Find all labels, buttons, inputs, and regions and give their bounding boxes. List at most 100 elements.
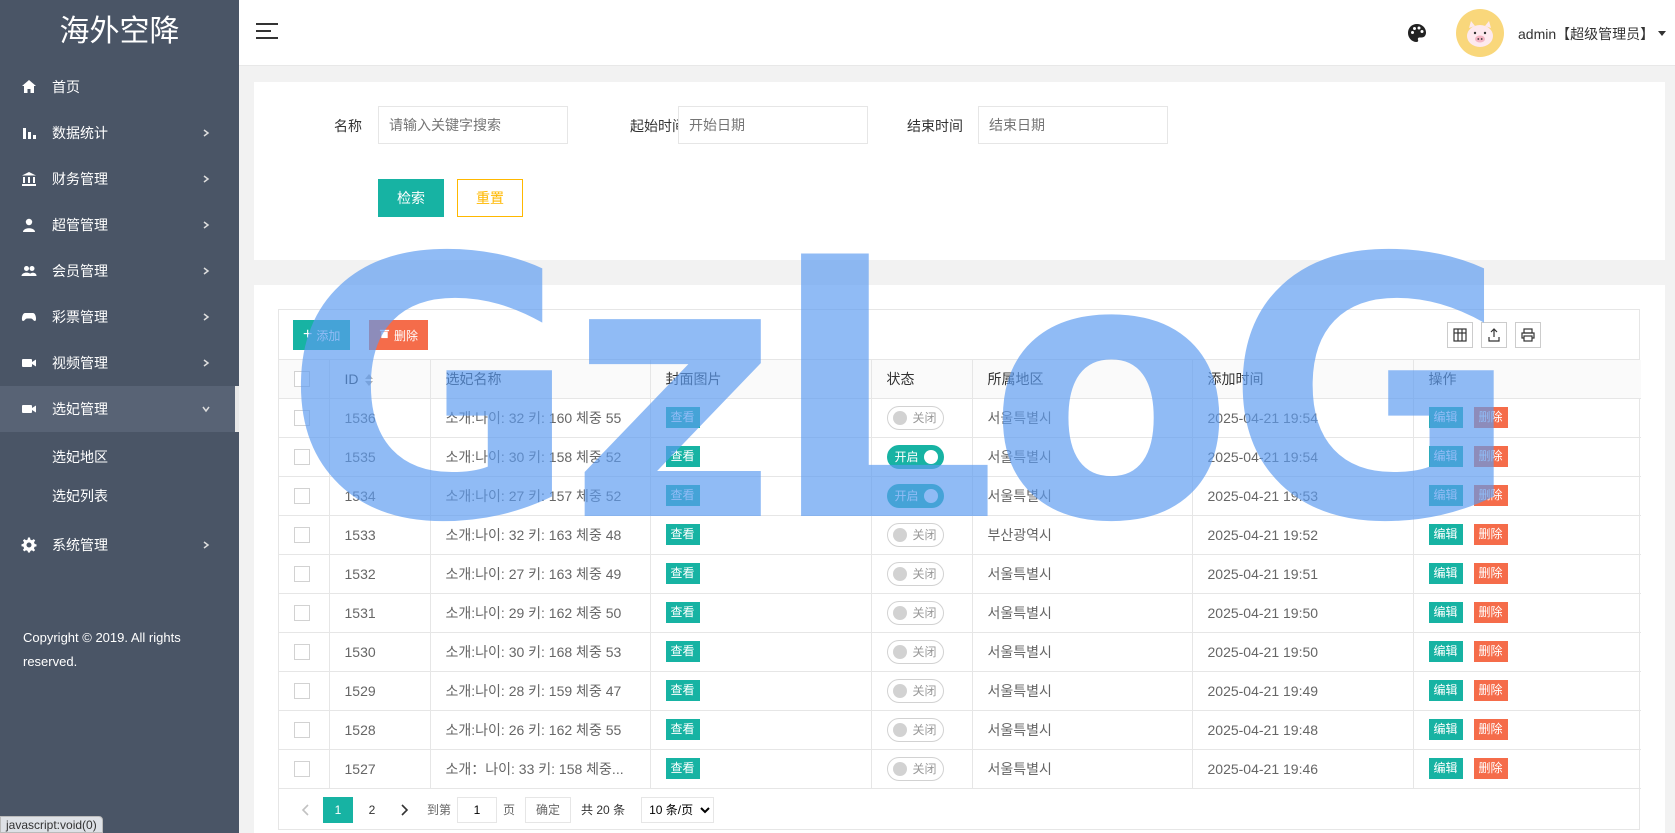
caret-down-icon[interactable] — [1658, 31, 1666, 36]
view-cover-button[interactable]: 查看 — [665, 758, 700, 779]
table-row: 1536 소개:나이: 32 키: 160 체중 55 查看 关闭 서울특별시 2025-… — [279, 398, 1641, 438]
delete-button[interactable]: 删除 — [1473, 758, 1508, 779]
sidebar-item-admin[interactable]: 超管管理 — [0, 202, 239, 248]
column-header-id[interactable]: ID — [329, 360, 431, 399]
status-toggle[interactable]: 关闭 — [886, 717, 944, 742]
row-region: 서울특별시 — [972, 593, 1193, 633]
delete-button[interactable]: 删除 — [1473, 446, 1508, 467]
page-number-current[interactable]: 1 — [323, 796, 353, 823]
reset-button[interactable]: 重置 — [457, 179, 523, 217]
view-cover-button[interactable]: 查看 — [665, 641, 700, 662]
row-checkbox[interactable] — [294, 566, 310, 583]
row-time: 2025-04-21 19:48 — [1192, 710, 1414, 750]
chevron-down-icon — [201, 404, 211, 414]
select-all-checkbox[interactable] — [294, 371, 310, 388]
delete-button[interactable]: 删除 — [1473, 485, 1508, 506]
delete-button[interactable]: 删除 — [1473, 563, 1508, 584]
print-icon[interactable] — [1515, 322, 1541, 348]
sidebar-item-statistics[interactable]: 数据统计 — [0, 110, 239, 156]
export-icon[interactable] — [1481, 322, 1507, 348]
end-date-input[interactable] — [978, 106, 1168, 144]
sort-icon[interactable] — [364, 374, 373, 387]
total-count: 共 20 条 — [581, 803, 626, 817]
name-search-input[interactable] — [378, 106, 568, 144]
submenu-item-region[interactable]: 选妃地区 — [0, 438, 239, 477]
search-button[interactable]: 检索 — [378, 179, 444, 217]
toggle-knob — [892, 605, 907, 620]
edit-button[interactable]: 编辑 — [1428, 602, 1463, 623]
view-cover-button[interactable]: 查看 — [665, 563, 700, 584]
prev-page-icon[interactable] — [293, 797, 319, 823]
status-toggle[interactable]: 关闭 — [886, 756, 944, 781]
row-cover-cell: 查看 — [650, 554, 872, 594]
row-checkbox[interactable] — [294, 683, 310, 700]
sidebar-item-video[interactable]: 视频管理 — [0, 340, 239, 386]
edit-button[interactable]: 编辑 — [1428, 563, 1463, 584]
edit-button[interactable]: 编辑 — [1428, 446, 1463, 467]
goto-confirm-button[interactable]: 确定 — [525, 796, 572, 823]
status-toggle[interactable]: 关闭 — [886, 405, 944, 430]
submenu-item-list[interactable]: 选妃列表 — [0, 477, 239, 516]
row-actions-cell: 编辑 删除 — [1413, 749, 1641, 789]
edit-button[interactable]: 编辑 — [1428, 407, 1463, 428]
bulk-delete-button[interactable]: 删除 — [369, 320, 429, 350]
sidebar-item-members[interactable]: 会员管理 — [0, 248, 239, 294]
row-checkbox[interactable] — [294, 722, 310, 739]
view-cover-button[interactable]: 查看 — [665, 446, 700, 467]
edit-button[interactable]: 编辑 — [1428, 485, 1463, 506]
status-toggle[interactable]: 开启 — [886, 444, 944, 469]
sidebar-menu-bottom: 系统管理 — [0, 522, 239, 568]
delete-button[interactable]: 删除 — [1473, 719, 1508, 740]
column-header-label: ID — [344, 370, 359, 387]
view-cover-button[interactable]: 查看 — [665, 680, 700, 701]
view-cover-button[interactable]: 查看 — [665, 719, 700, 740]
view-cover-button[interactable]: 查看 — [665, 602, 700, 623]
delete-button[interactable]: 删除 — [1473, 407, 1508, 428]
page-size-select[interactable]: 10 条/页 — [641, 796, 715, 823]
palette-icon[interactable] — [1406, 22, 1428, 44]
status-toggle[interactable]: 开启 — [886, 483, 944, 508]
edit-button[interactable]: 编辑 — [1428, 719, 1463, 740]
row-region: 서울특별시 — [972, 749, 1193, 789]
status-toggle[interactable]: 关闭 — [886, 639, 944, 664]
sidebar-item-system[interactable]: 系统管理 — [0, 522, 239, 568]
row-checkbox[interactable] — [294, 605, 310, 622]
sidebar-item-lottery[interactable]: 彩票管理 — [0, 294, 239, 340]
delete-button[interactable]: 删除 — [1473, 641, 1508, 662]
sidebar-item-selection[interactable]: 选妃管理 — [0, 386, 239, 432]
delete-button[interactable]: 删除 — [1473, 602, 1508, 623]
delete-button[interactable]: 删除 — [1473, 680, 1508, 701]
toggle-knob — [892, 644, 907, 659]
row-checkbox[interactable] — [294, 527, 310, 544]
row-checkbox[interactable] — [294, 410, 310, 427]
row-checkbox[interactable] — [294, 488, 310, 505]
sidebar-item-finance[interactable]: 财务管理 — [0, 156, 239, 202]
columns-filter-icon[interactable] — [1447, 322, 1473, 348]
user-name[interactable]: admin【超级管理员】 — [1518, 24, 1654, 44]
status-toggle[interactable]: 关闭 — [886, 561, 944, 586]
delete-button[interactable]: 删除 — [1473, 524, 1508, 545]
chevron-right-icon — [201, 220, 211, 230]
row-checkbox[interactable] — [294, 761, 310, 778]
edit-button[interactable]: 编辑 — [1428, 758, 1463, 779]
page-number[interactable]: 2 — [357, 797, 387, 823]
status-toggle[interactable]: 关闭 — [886, 600, 944, 625]
sidebar-item-home[interactable]: 首页 — [0, 64, 239, 110]
next-page-icon[interactable] — [391, 797, 417, 823]
edit-button[interactable]: 编辑 — [1428, 680, 1463, 701]
status-toggle[interactable]: 关闭 — [886, 522, 944, 547]
avatar[interactable] — [1456, 9, 1504, 57]
row-checkbox[interactable] — [294, 449, 310, 466]
column-header-cover: 封面图片 — [650, 360, 872, 399]
start-date-input[interactable] — [678, 106, 868, 144]
edit-button[interactable]: 编辑 — [1428, 524, 1463, 545]
view-cover-button[interactable]: 查看 — [665, 407, 700, 428]
add-button[interactable]: + 添加 — [293, 320, 351, 350]
view-cover-button[interactable]: 查看 — [665, 485, 700, 506]
view-cover-button[interactable]: 查看 — [665, 524, 700, 545]
menu-toggle-icon[interactable] — [256, 23, 278, 41]
edit-button[interactable]: 编辑 — [1428, 641, 1463, 662]
goto-page-input[interactable] — [457, 796, 498, 823]
status-toggle[interactable]: 关闭 — [886, 678, 944, 703]
row-checkbox[interactable] — [294, 644, 310, 661]
